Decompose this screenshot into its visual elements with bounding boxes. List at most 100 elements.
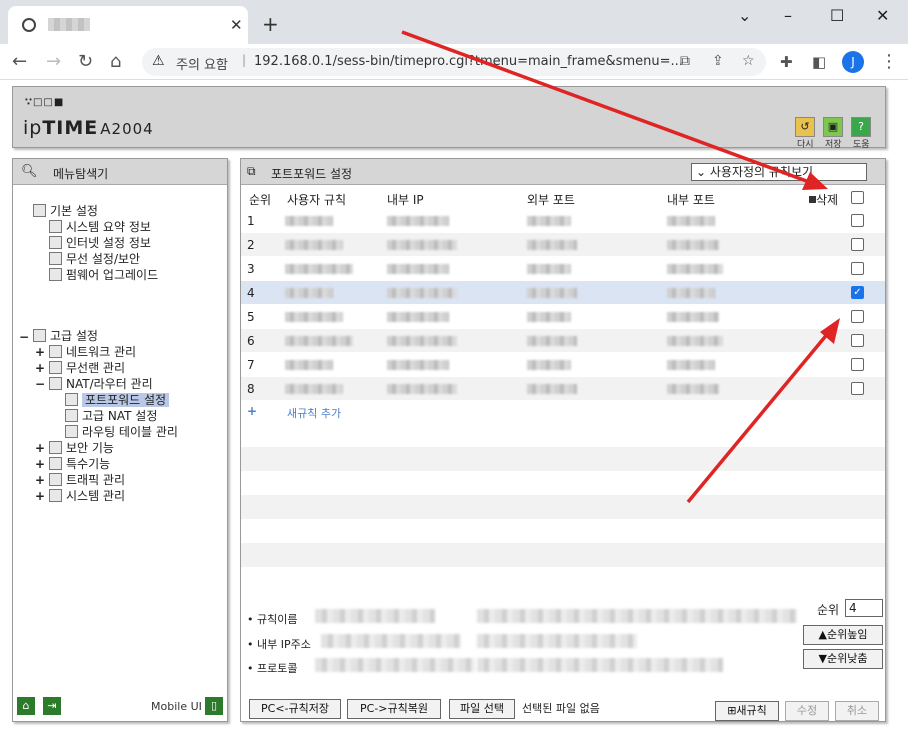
profile-avatar[interactable]: J <box>842 51 864 73</box>
table-row[interactable]: 6 <box>241 329 885 353</box>
collapse-advanced-toggle[interactable]: − <box>19 330 29 344</box>
close-window-button[interactable]: ✕ <box>876 6 889 25</box>
browser-tab[interactable]: ✕ <box>8 6 248 44</box>
expand-wireless-toggle[interactable]: + <box>35 361 45 375</box>
tree-item-nat-router[interactable]: NAT/라우터 관리 <box>49 377 153 392</box>
rule-name-cell <box>285 336 353 346</box>
forward-icon[interactable]: → <box>46 51 61 72</box>
home-icon[interactable]: ⌂ <box>110 51 121 72</box>
rule-name-input[interactable] <box>315 609 435 623</box>
save-label[interactable]: 저장 <box>825 137 842 150</box>
tree-item-firmware-upgrade[interactable]: 펌웨어 업그레이드 <box>49 268 158 283</box>
close-tab-icon[interactable]: ✕ <box>230 16 243 34</box>
table-row[interactable]: 5 <box>241 305 885 329</box>
upgrade-icon <box>49 268 62 281</box>
table-row[interactable]: 1 <box>241 209 885 233</box>
tree-item-advanced-nat[interactable]: 고급 NAT 설정 <box>65 409 157 424</box>
rule-name-detail[interactable] <box>477 609 797 623</box>
expand-security-toggle[interactable]: + <box>35 441 45 455</box>
tab-search-icon[interactable]: ⌄ <box>738 6 751 25</box>
open-in-app-icon[interactable]: ⧉ <box>680 53 690 69</box>
collapse-nat-toggle[interactable]: − <box>35 377 45 391</box>
internal-ip-cell <box>387 384 457 394</box>
share-icon[interactable]: ⇪ <box>712 53 724 69</box>
row-delete-checkbox[interactable] <box>851 262 864 275</box>
tree-item-special[interactable]: 특수기능 <box>49 457 110 472</box>
minimize-button[interactable]: – <box>784 6 792 25</box>
rank-up-button[interactable]: ▲순위높임 <box>803 625 883 645</box>
restore-rules-from-pc-button[interactable]: PC->규칙복원 <box>347 699 441 719</box>
internal-ip-input[interactable] <box>321 634 461 648</box>
address-bar[interactable]: ⚠ 주의 요함 | 192.168.0.1/sess-bin/timepro.c… <box>142 48 766 76</box>
new-rule-button[interactable]: ⊞새규칙 <box>715 701 779 721</box>
url-text[interactable]: 192.168.0.1/sess-bin/timepro.cgi?tmenu=m… <box>254 54 683 69</box>
protocol-ports[interactable] <box>477 658 723 672</box>
side-panel-icon[interactable]: ◧ <box>812 53 826 71</box>
tree-item-routing-table[interactable]: 라우팅 테이블 관리 <box>65 425 178 440</box>
port-forward-panel: ⧉ 포트포워드 설정 ⌄ 사용자정의 규칙보기 순위 사용자 규칙 내부 IP … <box>240 158 886 722</box>
menu-explorer-panel: 🔍︎ 메뉴탐색기 기본 설정 시스템 요약 정보 인터넷 설정 정보 무선 설정… <box>12 158 228 722</box>
row-delete-checkbox[interactable]: ✓ <box>851 286 864 299</box>
row-delete-checkbox[interactable] <box>851 358 864 371</box>
external-port-cell <box>527 360 571 370</box>
rule-name-cell <box>285 384 343 394</box>
table-row[interactable]: 4 ✓ <box>241 281 885 305</box>
tree-item-internet-info[interactable]: 인터넷 설정 정보 <box>49 236 151 251</box>
rank-input[interactable]: 4 <box>845 599 883 617</box>
help-icon[interactable]: ? <box>851 117 871 137</box>
table-row[interactable]: 2 <box>241 233 885 257</box>
rule-view-select[interactable]: ⌄ 사용자정의 규칙보기 <box>691 163 867 181</box>
file-select-button[interactable]: 파일 선택 <box>449 699 515 719</box>
row-delete-checkbox[interactable] <box>851 382 864 395</box>
row-delete-checkbox[interactable] <box>851 334 864 347</box>
rank-down-button[interactable]: ▼순위낮춤 <box>803 649 883 669</box>
table-row[interactable]: 8 <box>241 377 885 401</box>
mobile-ui-link[interactable]: Mobile UI <box>151 700 202 713</box>
add-rule-link[interactable]: 새규칙 추가 <box>287 405 341 421</box>
help-label[interactable]: 도움 <box>853 137 870 150</box>
refresh-icon[interactable]: ↺ <box>795 117 815 137</box>
tree-item-wireless-security[interactable]: 무선 설정/보안 <box>49 252 140 267</box>
internal-ip-detail[interactable] <box>477 634 637 648</box>
expand-special-toggle[interactable]: + <box>35 457 45 471</box>
save-rules-to-pc-button[interactable]: PC<-규칙저장 <box>249 699 341 719</box>
expand-system-toggle[interactable]: + <box>35 489 45 503</box>
modify-button[interactable]: 수정 <box>785 701 829 721</box>
back-icon[interactable]: ← <box>12 51 27 72</box>
refresh-label[interactable]: 다시 <box>797 137 814 150</box>
cancel-button[interactable]: 취소 <box>835 701 879 721</box>
row-delete-checkbox[interactable] <box>851 214 864 227</box>
row-delete-checkbox[interactable] <box>851 238 864 251</box>
save-icon[interactable]: ▣ <box>823 117 843 137</box>
internal-ip-cell <box>387 336 457 346</box>
tree-basic-settings[interactable]: 기본 설정 <box>33 204 98 219</box>
tree-item-system-summary[interactable]: 시스템 요약 정보 <box>49 220 151 235</box>
logo-dots: ∵□□■ <box>25 97 65 108</box>
expand-network-toggle[interactable]: + <box>35 345 45 359</box>
tree-item-system[interactable]: 시스템 관리 <box>49 489 125 504</box>
minus-box-icon[interactable] <box>809 196 816 203</box>
expand-traffic-toggle[interactable]: + <box>35 473 45 487</box>
home-icon[interactable]: ⌂ <box>17 697 35 715</box>
select-all-checkbox[interactable] <box>851 191 864 204</box>
tree-item-port-forward[interactable]: 포트포워드 설정 <box>65 393 170 408</box>
row-rank: 1 <box>247 214 255 228</box>
extensions-icon[interactable]: ✚ <box>780 53 793 71</box>
add-rule-row[interactable]: + 새규칙 추가 <box>241 401 885 423</box>
tree-item-security[interactable]: 보안 기능 <box>49 441 114 456</box>
tree-item-wireless[interactable]: 무선랜 관리 <box>49 361 125 376</box>
menu-kebab-icon[interactable]: ⋮ <box>880 51 898 72</box>
tree-item-traffic[interactable]: 트래픽 관리 <box>49 473 125 488</box>
mobile-device-icon[interactable]: ▯ <box>205 697 223 715</box>
row-delete-checkbox[interactable] <box>851 310 864 323</box>
reload-icon[interactable]: ↻ <box>78 51 93 72</box>
table-row[interactable]: 7 <box>241 353 885 377</box>
protocol-select[interactable] <box>315 658 475 672</box>
bookmark-star-icon[interactable]: ☆ <box>742 53 755 69</box>
new-tab-button[interactable]: + <box>262 12 279 36</box>
maximize-button[interactable]: ☐ <box>830 6 844 25</box>
logout-icon[interactable]: ⇥ <box>43 697 61 715</box>
tree-item-network[interactable]: 네트워크 관리 <box>49 345 136 360</box>
table-row[interactable]: 3 <box>241 257 885 281</box>
tree-advanced-settings[interactable]: 고급 설정 <box>33 329 98 344</box>
